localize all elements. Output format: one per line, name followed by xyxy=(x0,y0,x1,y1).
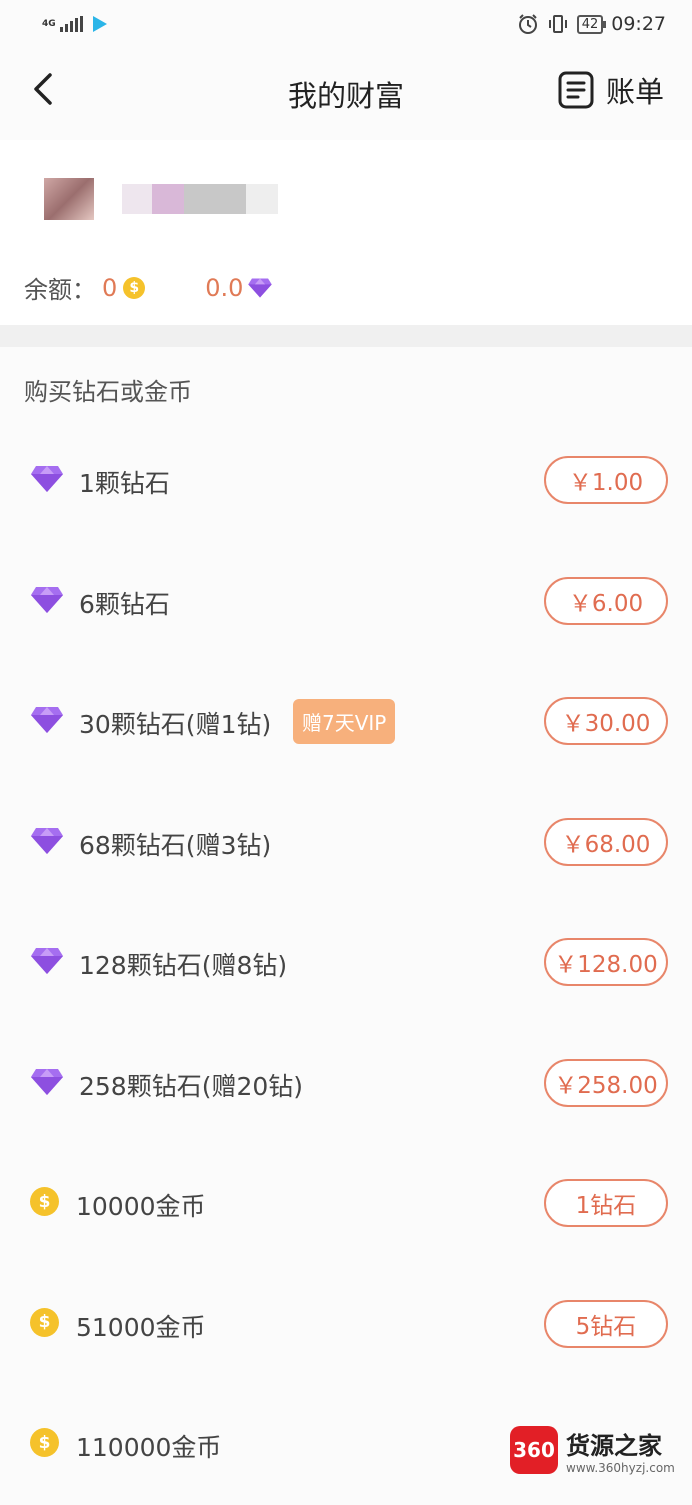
diamond-icon xyxy=(248,277,273,298)
item-label: 10000金币 xyxy=(76,1192,206,1221)
list-item: $10000金币 1钻石 xyxy=(0,1143,692,1264)
watermark-text: 货源之家 www.360hyzj.com xyxy=(566,1426,675,1475)
price-button[interactable]: 1钻石 xyxy=(544,1179,668,1227)
diamond-icon xyxy=(31,948,63,974)
price-button[interactable]: ￥1.00 xyxy=(544,456,668,504)
price-button[interactable]: ￥30.00 xyxy=(544,697,668,745)
watermark-url: www.360hyzj.com xyxy=(566,1460,675,1475)
coin-balance: 0 xyxy=(102,273,118,302)
watermark-title: 货源之家 xyxy=(566,1431,662,1460)
bill-icon xyxy=(558,71,594,109)
section-divider xyxy=(0,325,692,347)
list-item: 68颗钻石(赠3钻) ￥68.00 xyxy=(0,782,692,903)
coin-icon: $ xyxy=(123,276,146,299)
list-item: 30颗钻石(赠1钻) 赠7天VIP ￥30.00 xyxy=(0,661,692,782)
video-app-icon xyxy=(92,16,107,32)
price-button[interactable]: ￥6.00 xyxy=(544,576,668,625)
network-indicator: 4G xyxy=(42,18,56,29)
item-label: 6颗钻石 xyxy=(79,589,170,619)
balance-row: 余额： 0 $ 0.0 xyxy=(24,270,273,305)
status-right: 42 09:27 xyxy=(517,13,666,35)
watermark-logo: 360 xyxy=(510,1426,558,1474)
price-button[interactable]: ￥68.00 xyxy=(544,817,668,866)
bill-label: 账单 xyxy=(605,75,664,109)
price-button[interactable]: ￥128.00 xyxy=(544,938,668,986)
item-label: 110000金币 xyxy=(76,1433,222,1462)
balance-label: 余额： xyxy=(24,276,96,304)
list-item: 258颗钻石(赠20钻) ￥258.00 xyxy=(0,1023,692,1144)
item-label: 68颗钻石(赠3钻) xyxy=(79,830,272,860)
vip-tag: 赠7天VIP xyxy=(293,699,396,744)
section-title: 购买钻石或金币 xyxy=(24,378,192,406)
item-label: 1颗钻石 xyxy=(79,469,170,498)
watermark: 360 货源之家 www.360hyzj.com xyxy=(510,1420,692,1480)
item-label: 30颗钻石(赠1钻) xyxy=(79,710,272,739)
coin-icon: $ xyxy=(30,1187,59,1216)
avatar[interactable] xyxy=(44,178,94,220)
price-button[interactable]: ￥258.00 xyxy=(544,1058,668,1107)
battery-icon: 42 xyxy=(576,14,606,34)
coin-icon: $ xyxy=(30,1428,59,1457)
list-item: 128颗钻石(赠8钻) ￥128.00 xyxy=(0,902,692,1023)
list-item: 1颗钻石 ￥1.00 xyxy=(0,420,692,541)
diamond-icon xyxy=(31,707,63,733)
network-type: 4G xyxy=(42,18,56,29)
coin-icon: $ xyxy=(30,1307,59,1337)
diamond-icon xyxy=(31,586,63,613)
diamond-icon xyxy=(31,1068,63,1095)
alarm-icon xyxy=(518,14,537,34)
list-item: 6颗钻石 ￥6.00 xyxy=(0,541,692,662)
purchase-list: 1颗钻石 ￥1.00 6颗钻石 ￥6.00 30颗钻石(赠1钻) 赠7天VIP ￥30.00… xyxy=(0,420,692,1505)
signal-icon xyxy=(59,16,83,32)
diamond-balance: 0.0 xyxy=(205,273,244,302)
list-item: $51000金币 5钻石 xyxy=(0,1264,692,1385)
clock: 09:27 xyxy=(611,13,666,35)
status-bar: 4G 42 09:27 xyxy=(0,0,692,48)
item-label: 128颗钻石(赠8钻) xyxy=(79,951,288,980)
profile-card: 余额： 0 $ 0.0 xyxy=(0,140,692,325)
vibrate-icon xyxy=(548,15,567,33)
diamond-icon xyxy=(31,466,63,492)
nickname-blurred xyxy=(122,184,278,214)
item-label: 258颗钻石(赠20钻) xyxy=(79,1071,304,1101)
app-header: 我的财富 账单 xyxy=(0,55,692,127)
status-left: 4G xyxy=(42,16,107,32)
item-label: 51000金币 xyxy=(76,1312,206,1342)
price-button[interactable]: 5钻石 xyxy=(544,1299,668,1348)
bill-button[interactable]: 账单 xyxy=(558,69,664,111)
diamond-icon xyxy=(31,827,63,854)
